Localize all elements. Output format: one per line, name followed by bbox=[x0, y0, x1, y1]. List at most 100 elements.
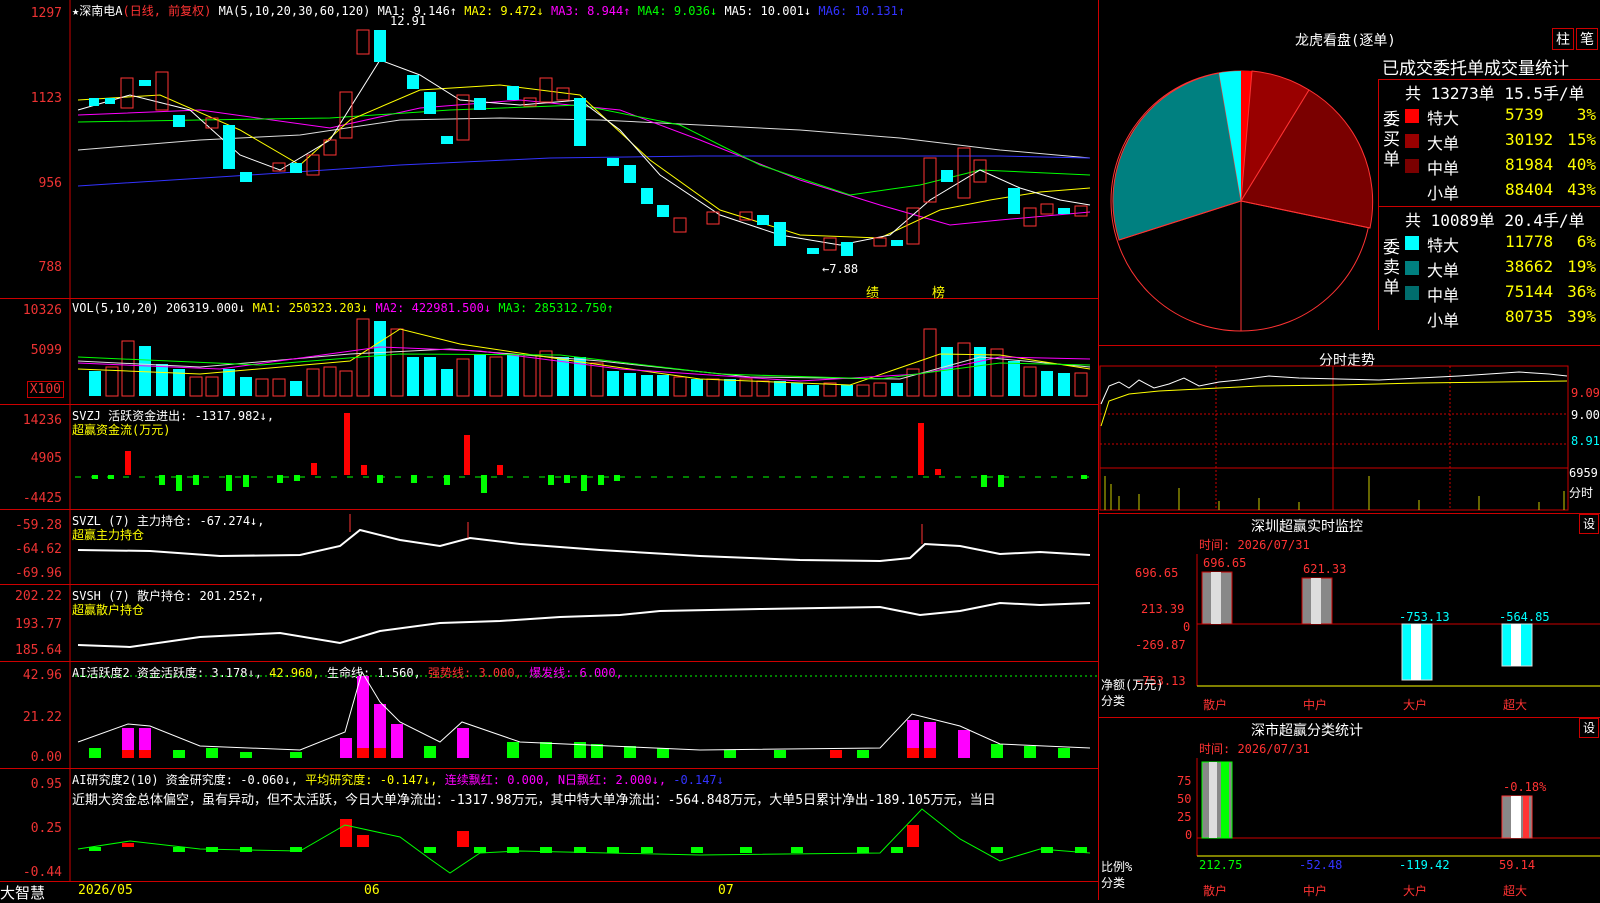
svzl-chart bbox=[69, 510, 1091, 584]
date-tick: 2026/05 bbox=[78, 883, 133, 898]
order-size-row: 特大 5739 3% bbox=[1405, 105, 1600, 129]
order-size-name: 特大 bbox=[1427, 109, 1460, 128]
order-size-pct: 36% bbox=[1567, 282, 1596, 301]
low-mark: ←7.88 bbox=[822, 262, 859, 276]
order-size-value: 81984 bbox=[1505, 155, 1554, 174]
sscy-value: -52.48 bbox=[1299, 858, 1343, 872]
svzj-pane[interactable]: 14236 4905 -4425 SVZJ 活跃资金进出: -1317.982↓… bbox=[0, 405, 1098, 510]
sell-summary: 共 10089单 20.4手/单 bbox=[1405, 211, 1585, 230]
lhkp-subtitle: 已成交委托单成交量统计 bbox=[1382, 59, 1569, 79]
order-size-row: 大单 30192 15% bbox=[1405, 130, 1600, 154]
order-size-name: 中单 bbox=[1427, 159, 1460, 178]
buy-side-label: 委买单 bbox=[1383, 110, 1400, 170]
order-size-pct: 39% bbox=[1567, 307, 1596, 326]
legend-swatch bbox=[1405, 286, 1419, 300]
order-size-pct: 43% bbox=[1567, 180, 1596, 199]
legend-swatch bbox=[1405, 236, 1419, 250]
legend-swatch bbox=[1405, 109, 1419, 123]
order-size-row: 大单 38662 19% bbox=[1405, 257, 1600, 281]
order-size-value: 11778 bbox=[1505, 232, 1554, 251]
order-size-name: 大单 bbox=[1427, 134, 1460, 153]
szcy-value: -753.13 bbox=[1399, 610, 1450, 624]
sscy-value: 59.14 bbox=[1499, 858, 1536, 872]
order-size-name: 中单 bbox=[1427, 286, 1460, 305]
ai-activity-pane[interactable]: 42.96 21.22 0.00 AI活跃度2 资金活跃度: 3.178↓, 4… bbox=[0, 662, 1098, 769]
fenshi-unit: 分时 bbox=[1569, 486, 1594, 500]
date-bar: 大智慧 2026/05 06 07 bbox=[0, 882, 1098, 902]
szcy-unit: 净额(万元) bbox=[1101, 678, 1164, 692]
order-size-name: 特大 bbox=[1427, 236, 1460, 255]
sscy-value: -119.42 bbox=[1399, 858, 1450, 872]
fenshi-panel[interactable]: 分时走势 9.09 9.00 8.91 6959 分时 bbox=[1099, 346, 1600, 514]
order-size-pct: 6% bbox=[1576, 232, 1596, 251]
order-size-row: 中单 81984 40% bbox=[1405, 155, 1600, 179]
candles bbox=[89, 29, 1088, 256]
order-size-pct: 19% bbox=[1567, 257, 1596, 276]
fenshi-tick: 9.00 bbox=[1571, 408, 1600, 422]
szcy-label: 中户 bbox=[1303, 698, 1328, 712]
order-size-value: 5739 bbox=[1505, 105, 1544, 124]
buy-summary: 共 13273单 15.5手/单 bbox=[1405, 84, 1585, 103]
szcy-label: 超大 bbox=[1503, 698, 1528, 712]
sscy-label: 超大 bbox=[1503, 884, 1528, 898]
order-size-pct: 40% bbox=[1567, 155, 1596, 174]
sscy-value: 212.75 bbox=[1199, 858, 1243, 872]
legend-swatch bbox=[1405, 159, 1419, 173]
order-size-name: 小单 bbox=[1427, 184, 1460, 203]
order-size-row: 特大 11778 6% bbox=[1405, 232, 1600, 256]
fenshi-tick: 6959 bbox=[1569, 466, 1598, 480]
lhkp-panel[interactable]: 龙虎看盘(逐单) 柱 笔 已成交委托单成交量统计 委买单 委卖单 共 13273… bbox=[1099, 0, 1600, 346]
svsh-chart bbox=[69, 585, 1091, 661]
legend-swatch bbox=[1405, 261, 1419, 275]
ai-activity-chart bbox=[69, 662, 1098, 768]
order-size-value: 88404 bbox=[1505, 180, 1554, 199]
order-size-row: 小单 80735 39% bbox=[1405, 307, 1600, 331]
sscy-category-label: 分类 bbox=[1101, 876, 1126, 890]
szcy-panel[interactable]: 深圳超赢实时监控 设 时间: 2026/07/31 696.65 213.39 … bbox=[1099, 514, 1600, 718]
volume-chart bbox=[69, 299, 1091, 404]
sscy-chart bbox=[1196, 758, 1600, 857]
order-size-name: 大单 bbox=[1427, 261, 1460, 280]
order-size-value: 38662 bbox=[1505, 257, 1554, 276]
date-tick: 06 bbox=[364, 883, 380, 898]
szcy-value: -564.85 bbox=[1499, 610, 1550, 624]
szcy-value: 621.33 bbox=[1303, 562, 1347, 576]
sscy-pct: -0.18% bbox=[1503, 780, 1547, 794]
order-size-value: 30192 bbox=[1505, 130, 1554, 149]
price-chart bbox=[69, 0, 1091, 298]
order-size-value: 80735 bbox=[1505, 307, 1554, 326]
svsh-pane[interactable]: 202.22 193.77 185.64 SVSH (7) 散户持仓: 201.… bbox=[0, 585, 1098, 662]
order-size-name: 小单 bbox=[1427, 311, 1460, 330]
fenshi-tick: 8.91 bbox=[1571, 434, 1600, 448]
legend-swatch bbox=[1405, 311, 1419, 325]
order-size-pct: 15% bbox=[1567, 130, 1596, 149]
lhkp-title: 龙虎看盘(逐单) bbox=[1295, 33, 1396, 49]
ai-research-chart bbox=[69, 769, 1091, 881]
svzl-pane[interactable]: -59.28 -64.62 -69.96 SVZL (7) 主力持仓: -67.… bbox=[0, 510, 1098, 585]
order-size-row: 中单 75144 36% bbox=[1405, 282, 1600, 306]
ai-research-pane[interactable]: 0.95 0.25 -0.44 AI研究度2(10) 资金研究度: -0.060… bbox=[0, 769, 1098, 882]
fenshi-chart bbox=[1099, 365, 1569, 511]
sscy-label: 中户 bbox=[1303, 884, 1328, 898]
fenshi-tick: 9.09 bbox=[1571, 386, 1600, 400]
legend-swatch bbox=[1405, 184, 1419, 198]
svzj-chart bbox=[69, 405, 1098, 509]
legend-swatch bbox=[1405, 134, 1419, 148]
sscy-label: 散户 bbox=[1203, 884, 1228, 898]
volume-pane[interactable]: 10326 5099 X100 VOL(5,10,20) 206319.000↓… bbox=[0, 299, 1098, 405]
sscy-unit: 比例% bbox=[1101, 860, 1133, 874]
bar-mode-button[interactable]: 柱 bbox=[1552, 28, 1574, 50]
szcy-category-label: 分类 bbox=[1101, 694, 1126, 708]
sscy-panel[interactable]: 深市超赢分类统计 设 时间: 2026/07/31 75 50 25 0 -0.… bbox=[1099, 718, 1600, 900]
sell-side-label: 委卖单 bbox=[1383, 238, 1400, 298]
high-mark: 12.91 bbox=[390, 14, 427, 28]
date-tick: 07 bbox=[718, 883, 734, 898]
tick-mode-button[interactable]: 笔 bbox=[1576, 28, 1598, 50]
lhkp-pie bbox=[1110, 70, 1374, 332]
szcy-label: 散户 bbox=[1203, 698, 1228, 712]
szcy-value: 696.65 bbox=[1203, 556, 1247, 570]
order-size-value: 75144 bbox=[1505, 282, 1554, 301]
divider bbox=[1378, 80, 1379, 330]
price-pane[interactable]: 1297 1123 956 788 ★深南电A(日线, 前复权) MA(5,10… bbox=[0, 0, 1098, 301]
order-size-row: 小单 88404 43% bbox=[1405, 180, 1600, 204]
